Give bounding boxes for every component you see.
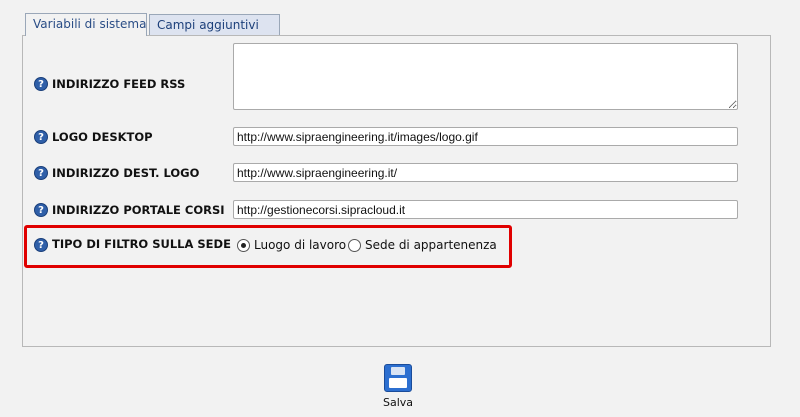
dest-logo-input[interactable] (233, 163, 738, 182)
help-icon[interactable]: ? (34, 203, 48, 217)
help-icon[interactable]: ? (34, 130, 48, 144)
feed-rss-textarea[interactable] (233, 43, 738, 110)
tab-variabili-di-sistema[interactable]: Variabili di sistema (25, 13, 147, 36)
radio-option-sede-di-appartenenza[interactable]: Sede di appartenenza (348, 238, 497, 252)
filtro-sede-label: TIPO DI FILTRO SULLA SEDE (52, 237, 231, 251)
logo-desktop-label: LOGO DESKTOP (52, 130, 153, 144)
save-button[interactable]: Salva (377, 364, 419, 409)
help-icon[interactable]: ? (34, 77, 48, 91)
tab-campi-aggiuntivi[interactable]: Campi aggiuntivi (149, 14, 280, 35)
floppy-label-area (389, 378, 407, 388)
radio-button-sede-di-appartenenza[interactable] (348, 238, 361, 252)
save-label: Salva (382, 396, 414, 409)
portale-corsi-input[interactable] (233, 200, 738, 219)
floppy-shutter (391, 367, 405, 375)
portale-corsi-label: INDIRIZZO PORTALE CORSI (52, 203, 225, 217)
dest-logo-label: INDIRIZZO DEST. LOGO (52, 166, 200, 180)
radio-label-luogo-di-lavoro: Luogo di lavoro (254, 238, 347, 252)
help-icon[interactable]: ? (34, 238, 48, 252)
radio-button-luogo-di-lavoro[interactable] (237, 238, 250, 252)
help-icon[interactable]: ? (34, 166, 48, 180)
floppy-disk-icon (384, 364, 412, 392)
radio-label-sede-di-appartenenza: Sede di appartenenza (365, 238, 497, 252)
feed-rss-label: INDIRIZZO FEED RSS (52, 77, 186, 91)
radio-option-luogo-di-lavoro[interactable]: Luogo di lavoro (237, 238, 346, 252)
logo-desktop-input[interactable] (233, 127, 738, 146)
